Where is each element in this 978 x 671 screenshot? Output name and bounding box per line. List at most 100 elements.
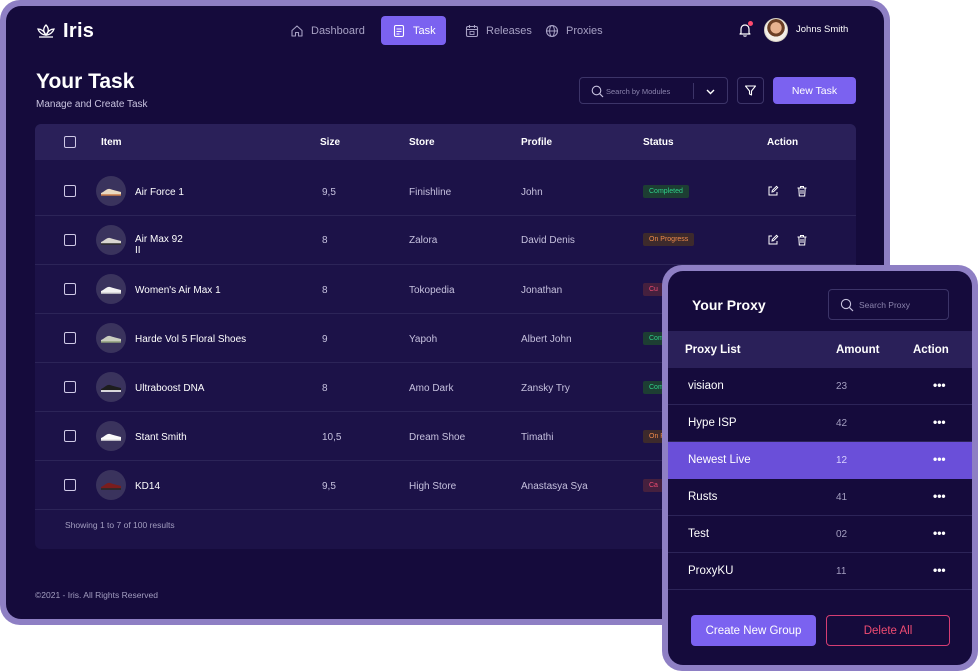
chevron-down-icon[interactable] [705, 86, 716, 97]
col-status[interactable]: Status [643, 137, 674, 148]
status-badge: Cu [643, 283, 664, 296]
app-logo[interactable]: Iris [35, 19, 95, 42]
calendar-icon [465, 24, 479, 37]
table-row[interactable]: Air Force 1 9,5 Finishline John Complete… [35, 167, 856, 216]
filter-icon [744, 85, 757, 96]
table-header: Item Size Store Profile Status Action [35, 124, 856, 160]
table-row[interactable]: Air Max 92 II 8 Zalora David Denis On Pr… [35, 216, 856, 265]
item-name: Air Force 1 [135, 187, 184, 198]
row-checkbox[interactable] [64, 479, 76, 491]
item-store: Zalora [409, 235, 438, 246]
nav-task[interactable]: Task [381, 16, 446, 45]
shoe-thumbnail [96, 372, 126, 402]
page-subtitle: Manage and Create Task [36, 99, 148, 110]
col-profile[interactable]: Profile [521, 137, 552, 148]
item-name: Ultraboost DNA [135, 383, 205, 394]
sneaker-icon [101, 482, 121, 490]
create-group-button[interactable]: Create New Group [691, 615, 816, 646]
item-size: 8 [322, 285, 328, 296]
item-name-line1: Air Max 92 [135, 234, 183, 245]
nav-proxies[interactable]: Proxies [545, 16, 603, 45]
proxy-row[interactable]: ProxyKU 11 ••• [668, 553, 972, 590]
sneaker-icon [101, 188, 121, 196]
more-icon[interactable]: ••• [933, 378, 946, 392]
nav-proxies-label: Proxies [566, 24, 603, 37]
nav-dashboard[interactable]: Dashboard [290, 16, 365, 45]
row-checkbox[interactable] [64, 381, 76, 393]
row-checkbox[interactable] [64, 332, 76, 344]
proxy-row[interactable]: Test 02 ••• [668, 516, 972, 553]
edit-icon[interactable] [767, 234, 779, 246]
col-store[interactable]: Store [409, 137, 435, 148]
item-profile: David Denis [521, 235, 575, 246]
pagination-summary: Showing 1 to 7 of 100 results [65, 520, 175, 530]
item-profile: John [521, 187, 543, 198]
edit-icon[interactable] [767, 185, 779, 197]
shoe-thumbnail [96, 421, 126, 451]
logo-text: Iris [63, 19, 95, 42]
item-store: Finishline [409, 187, 452, 198]
row-checkbox[interactable] [64, 430, 76, 442]
item-profile: Jonathan [521, 285, 563, 296]
item-size: 9 [322, 334, 328, 345]
footer-copyright: ©2021 - Iris. All Rights Reserved [35, 590, 158, 600]
status-badge: Ca [643, 479, 664, 492]
proxy-amount: 12 [836, 455, 848, 466]
shoe-thumbnail [96, 470, 126, 500]
proxy-search[interactable] [828, 289, 949, 320]
item-profile: Anastasya Sya [521, 481, 588, 492]
row-checkbox[interactable] [64, 283, 76, 295]
module-search[interactable] [579, 77, 728, 104]
search-icon [840, 298, 854, 312]
sneaker-icon [101, 335, 121, 343]
proxy-search-input[interactable] [859, 297, 944, 313]
more-icon[interactable]: ••• [933, 489, 946, 503]
nav-dashboard-label: Dashboard [311, 24, 365, 37]
item-profile: Albert John [521, 334, 572, 345]
item-name: Air Max 92 II [135, 234, 183, 256]
proxy-row-selected[interactable]: Newest Live 12 ••• [668, 442, 972, 479]
proxy-amount: 02 [836, 529, 848, 540]
proxy-row[interactable]: visiaon 23 ••• [668, 368, 972, 405]
row-checkbox[interactable] [64, 234, 76, 246]
trash-icon[interactable] [796, 185, 808, 197]
row-checkbox[interactable] [64, 185, 76, 197]
filter-button[interactable] [737, 77, 764, 104]
task-icon [393, 24, 405, 37]
module-search-input[interactable] [606, 82, 690, 100]
delete-all-button[interactable]: Delete All [826, 615, 950, 646]
avatar[interactable] [764, 18, 788, 42]
proxy-name: visiaon [688, 380, 724, 392]
more-icon[interactable]: ••• [933, 452, 946, 466]
col-action: Action [767, 137, 799, 148]
item-name: Stant Smith [135, 432, 187, 443]
proxy-name: Hype ISP [688, 417, 737, 429]
user-name[interactable]: Johns Smith [796, 24, 848, 35]
nav-releases-label: Releases [486, 24, 532, 37]
more-icon[interactable]: ••• [933, 563, 946, 577]
item-store: Amo Dark [409, 383, 454, 394]
more-icon[interactable]: ••• [933, 526, 946, 540]
item-size: 8 [322, 235, 328, 246]
proxy-amount: 23 [836, 381, 848, 392]
notification-dot [748, 21, 753, 26]
col-size[interactable]: Size [320, 137, 340, 148]
col-item[interactable]: Item [101, 137, 122, 148]
proxy-row[interactable]: Hype ISP 42 ••• [668, 405, 972, 442]
shoe-thumbnail [96, 274, 126, 304]
new-task-button[interactable]: New Task [773, 77, 856, 104]
status-badge: Completed [643, 185, 689, 198]
item-name: Women's Air Max 1 [135, 285, 221, 296]
trash-icon[interactable] [796, 234, 808, 246]
proxy-amount: 11 [836, 566, 847, 577]
nav-releases[interactable]: Releases [465, 16, 532, 45]
home-icon [291, 24, 303, 37]
proxy-row[interactable]: Rusts 41 ••• [668, 479, 972, 516]
more-icon[interactable]: ••• [933, 415, 946, 429]
status-badge: On Progress [643, 233, 695, 246]
proxy-panel: Your Proxy Proxy List Amount Action visi… [668, 271, 972, 665]
col-proxy-action: Action [913, 344, 949, 356]
proxy-name: Rusts [688, 491, 718, 503]
select-all-checkbox[interactable] [64, 136, 76, 148]
item-profile: Zansky Try [521, 383, 570, 394]
